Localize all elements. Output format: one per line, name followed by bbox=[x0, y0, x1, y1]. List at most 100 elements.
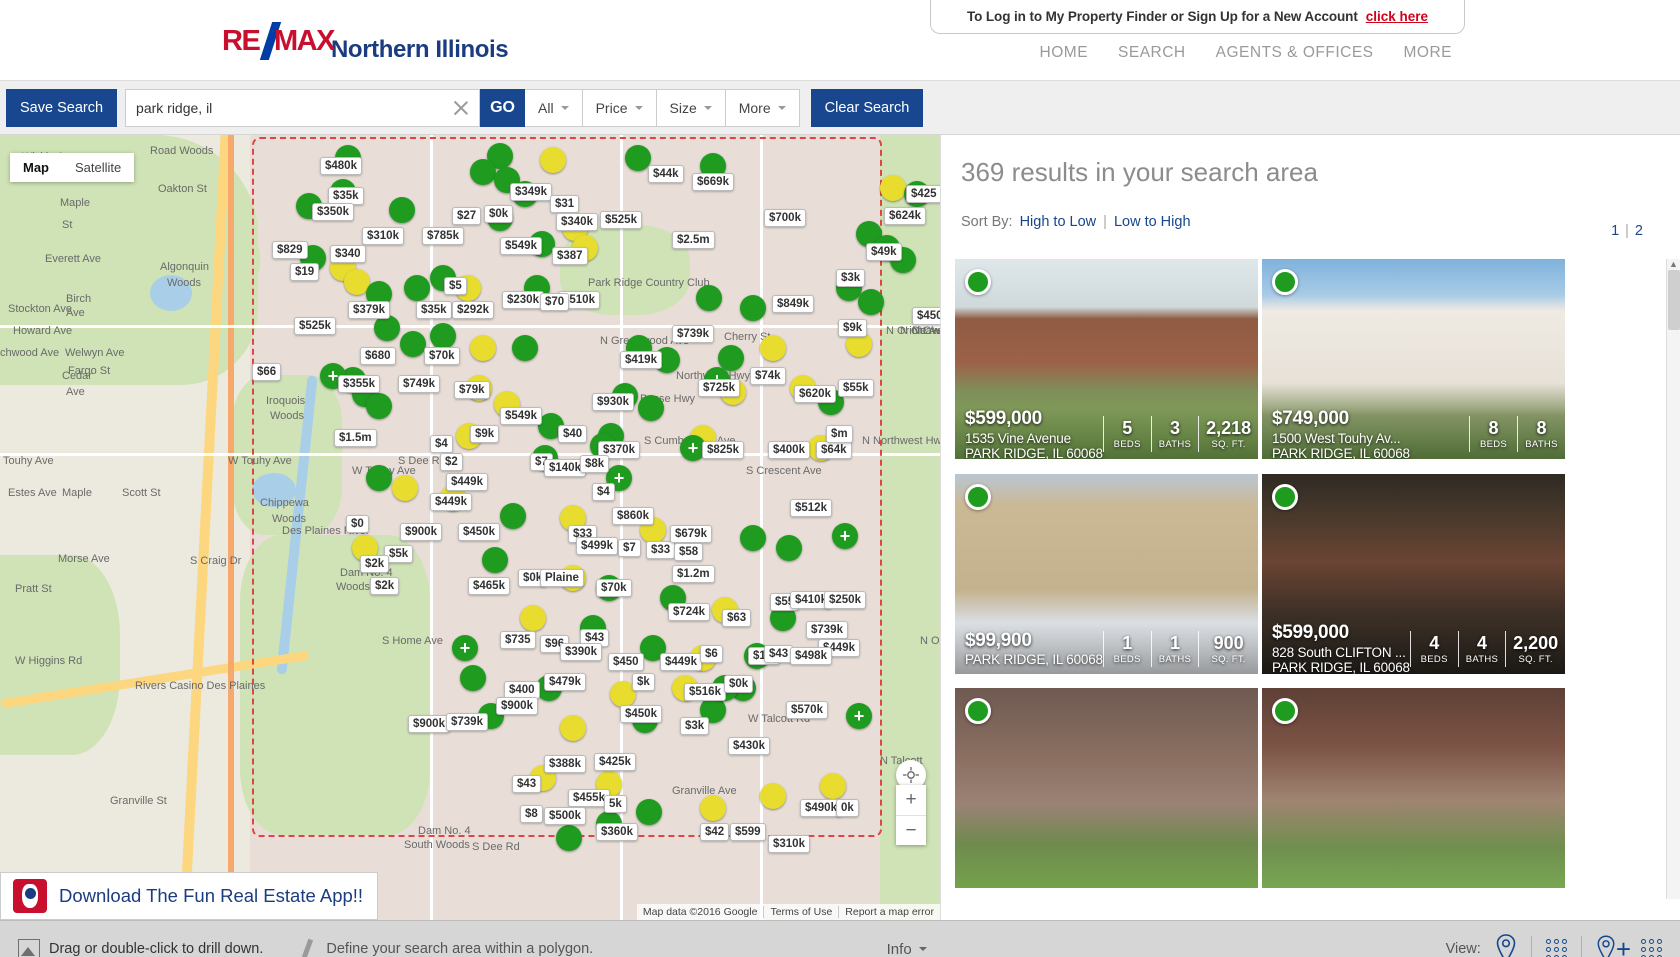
map-price-label[interactable]: $63 bbox=[722, 609, 752, 627]
map-price-label[interactable]: $49k bbox=[866, 243, 902, 261]
map-price-label[interactable]: $480k bbox=[320, 157, 362, 175]
status-badge[interactable] bbox=[965, 269, 991, 295]
map-price-label[interactable]: $425k bbox=[594, 753, 636, 771]
map-price-label[interactable]: $387 bbox=[552, 247, 588, 265]
property-card[interactable]: $749,000 1500 West Touhy Av... PARK RIDGE,… bbox=[1262, 259, 1565, 459]
map-price-label[interactable]: $70k bbox=[424, 347, 460, 365]
map-listing-pin[interactable] bbox=[776, 535, 802, 561]
map-price-label[interactable]: $379k bbox=[348, 301, 390, 319]
filter-more[interactable]: More bbox=[725, 88, 800, 127]
map-price-label[interactable]: $430k bbox=[728, 737, 770, 755]
map-listing-pin[interactable] bbox=[556, 825, 582, 851]
map-cluster-pin[interactable]: + bbox=[846, 703, 872, 729]
map-price-label[interactable]: $310k bbox=[768, 835, 810, 853]
map-listing-pin[interactable] bbox=[392, 475, 418, 501]
map-price-label[interactable]: $388k bbox=[544, 755, 586, 773]
map-price-label[interactable]: $624k bbox=[884, 207, 926, 225]
nav-item-agents-offices[interactable]: AGENTS & OFFICES bbox=[1216, 44, 1374, 62]
map-price-label[interactable]: $70k bbox=[596, 579, 632, 597]
view-map-only-button[interactable] bbox=[1495, 934, 1517, 957]
map-listing-pin[interactable] bbox=[389, 197, 415, 223]
map-price-label[interactable]: $k bbox=[632, 673, 655, 691]
sort-low-to-high-link[interactable]: Low to High bbox=[1114, 214, 1191, 230]
map-price-label[interactable]: $2.5m bbox=[672, 231, 715, 249]
map-price-label[interactable]: $390k bbox=[560, 643, 602, 661]
map-listing-pin[interactable] bbox=[512, 335, 538, 361]
map-listing-pin[interactable] bbox=[470, 335, 496, 361]
map-price-label[interactable]: $785k bbox=[422, 227, 464, 245]
map-price-label[interactable]: $449k bbox=[446, 473, 488, 491]
nav-item-home[interactable]: HOME bbox=[1040, 44, 1089, 62]
map-listing-pin[interactable] bbox=[740, 295, 766, 321]
map-price-label[interactable]: $79k bbox=[454, 381, 490, 399]
remax-logo[interactable]: RE MAX Northern Illinois bbox=[222, 22, 509, 64]
map-canvas[interactable]: Map Satellite Wickie AveRoad WoodsOakton… bbox=[0, 135, 940, 920]
scrollbar-thumb[interactable] bbox=[1668, 270, 1680, 330]
map-listing-pin[interactable] bbox=[700, 795, 726, 821]
map-price-label[interactable]: $340k bbox=[556, 213, 598, 231]
map-price-label[interactable]: $55k bbox=[838, 379, 874, 397]
map-cluster-pin[interactable]: + bbox=[832, 523, 858, 549]
map-price-label[interactable]: $4 bbox=[592, 483, 615, 501]
map-price-label[interactable]: $735 bbox=[500, 631, 536, 649]
map-price-label[interactable]: $549k bbox=[500, 407, 542, 425]
map-price-label[interactable]: $825k bbox=[702, 441, 744, 459]
map-price-label[interactable]: $739k bbox=[446, 713, 488, 731]
map-listing-pin[interactable] bbox=[696, 285, 722, 311]
clear-input-icon[interactable] bbox=[452, 99, 470, 117]
map-price-label[interactable]: $669k bbox=[692, 173, 734, 191]
map-price-label[interactable]: $33 bbox=[646, 541, 676, 559]
map-price-label[interactable]: $900k bbox=[400, 523, 442, 541]
map-price-label[interactable]: $400k bbox=[768, 441, 810, 459]
map-price-label[interactable]: $43 bbox=[764, 645, 794, 663]
map-price-label[interactable]: Plaine bbox=[540, 569, 584, 587]
map-listing-pin[interactable] bbox=[460, 665, 486, 691]
map-price-label[interactable]: $19 bbox=[290, 263, 320, 281]
map-price-label[interactable]: $620k bbox=[794, 385, 836, 403]
map-price-label[interactable]: $479k bbox=[544, 673, 586, 691]
login-banner[interactable]: To Log in to My Property Finder or Sign … bbox=[930, 0, 1465, 34]
map-price-label[interactable]: $7 bbox=[618, 539, 641, 557]
map-price-label[interactable]: $4 bbox=[430, 435, 453, 453]
info-dropdown[interactable]: Info bbox=[887, 941, 927, 957]
clear-search-button[interactable]: Clear Search bbox=[810, 88, 924, 127]
map-listing-pin[interactable] bbox=[400, 331, 426, 357]
map-listing-pin[interactable] bbox=[820, 773, 846, 799]
map-price-label[interactable]: 5k bbox=[604, 795, 627, 813]
map-listing-pin[interactable] bbox=[858, 289, 884, 315]
map-price-label[interactable]: $829 bbox=[272, 241, 308, 259]
map-price-label[interactable]: $499k bbox=[576, 537, 618, 555]
map-price-label[interactable]: $570k bbox=[786, 701, 828, 719]
filter-all[interactable]: All bbox=[525, 88, 583, 127]
view-split-button[interactable]: + bbox=[1596, 935, 1662, 957]
map-listing-pin[interactable] bbox=[470, 159, 496, 185]
map-price-label[interactable]: $679k bbox=[670, 525, 712, 543]
map-price-label[interactable]: $900k bbox=[496, 697, 538, 715]
map-listing-pin[interactable] bbox=[366, 465, 392, 491]
map-price-label[interactable]: $516k bbox=[684, 683, 726, 701]
map-price-label[interactable]: $724k bbox=[668, 603, 710, 621]
map-price-label[interactable]: $419k bbox=[620, 351, 662, 369]
map-price-label[interactable]: $43 bbox=[512, 775, 542, 793]
map-price-label[interactable]: $44k bbox=[648, 165, 684, 183]
property-card[interactable] bbox=[1262, 688, 1565, 889]
property-card[interactable]: $99,900 PARK RIDGE, IL 60068 1 BEDS 1 BATHS 90… bbox=[955, 473, 1258, 674]
map-price-label[interactable]: $0k bbox=[724, 675, 754, 693]
map-listing-pin[interactable] bbox=[366, 393, 392, 419]
property-card[interactable]: $599,000 828 South CLIFTON ... PARK RIDGE,… bbox=[1262, 473, 1565, 674]
map-price-label[interactable]: $599 bbox=[730, 823, 766, 841]
map-price-label[interactable]: $0k bbox=[484, 205, 514, 223]
property-card[interactable] bbox=[955, 688, 1258, 889]
map-price-label[interactable]: $349k bbox=[510, 183, 552, 201]
map-listing-pin[interactable] bbox=[880, 175, 906, 201]
report-map-error-link[interactable]: Report a map error bbox=[838, 906, 940, 918]
status-badge[interactable] bbox=[1272, 483, 1298, 510]
map-price-label[interactable]: $525k bbox=[294, 317, 336, 335]
map-price-label[interactable]: $1.5m bbox=[334, 429, 377, 447]
map-price-label[interactable]: $465k bbox=[468, 577, 510, 595]
map-listing-pin[interactable] bbox=[404, 275, 430, 301]
sort-high-to-low-link[interactable]: High to Low bbox=[1020, 214, 1097, 230]
map-price-label[interactable]: $5 bbox=[444, 277, 467, 295]
map-price-label[interactable]: $425 bbox=[906, 185, 940, 203]
map-price-label[interactable]: $1.2m bbox=[672, 565, 715, 583]
